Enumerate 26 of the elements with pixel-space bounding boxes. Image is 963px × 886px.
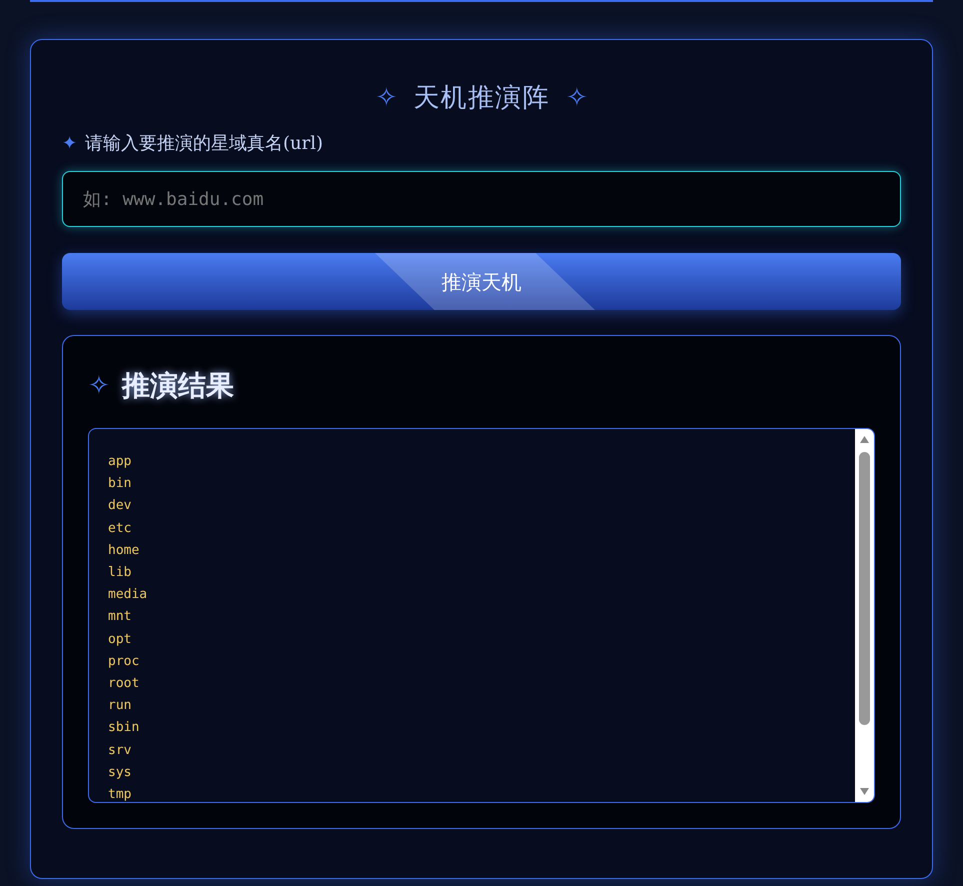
output-line: home	[108, 542, 140, 560]
page-title: 天机推演阵	[413, 82, 550, 114]
output-line: sys	[108, 764, 132, 782]
sparkle-icon: ✧	[375, 78, 398, 118]
output-line: bin	[108, 475, 132, 494]
output-line: run	[108, 697, 132, 716]
output-line: sbin	[108, 719, 140, 738]
sparkle-icon: ✧	[566, 78, 588, 118]
field-label: 请输入要推演的星域真名(url)	[85, 132, 323, 156]
output-line: lib	[108, 564, 132, 582]
scrollbar[interactable]	[855, 429, 874, 802]
results-heading: 推演结果	[122, 368, 234, 404]
output-line: dev	[108, 497, 132, 516]
output-line: mnt	[108, 608, 132, 626]
url-input-field[interactable]: 如: www.baidu.com	[62, 171, 901, 227]
output-line: app	[108, 453, 132, 471]
output-line: media	[108, 586, 148, 604]
output-line: root	[108, 675, 140, 694]
output-line: opt	[108, 630, 132, 649]
output-line: proc	[108, 652, 140, 671]
sparkle-icon: ✧	[88, 366, 110, 406]
output-line: srv	[108, 742, 132, 760]
divine-button[interactable]: 推演天机	[62, 253, 901, 310]
star-icon: ✦	[62, 130, 77, 156]
output-line: etc	[108, 520, 132, 538]
output-line: tmp	[108, 786, 132, 802]
